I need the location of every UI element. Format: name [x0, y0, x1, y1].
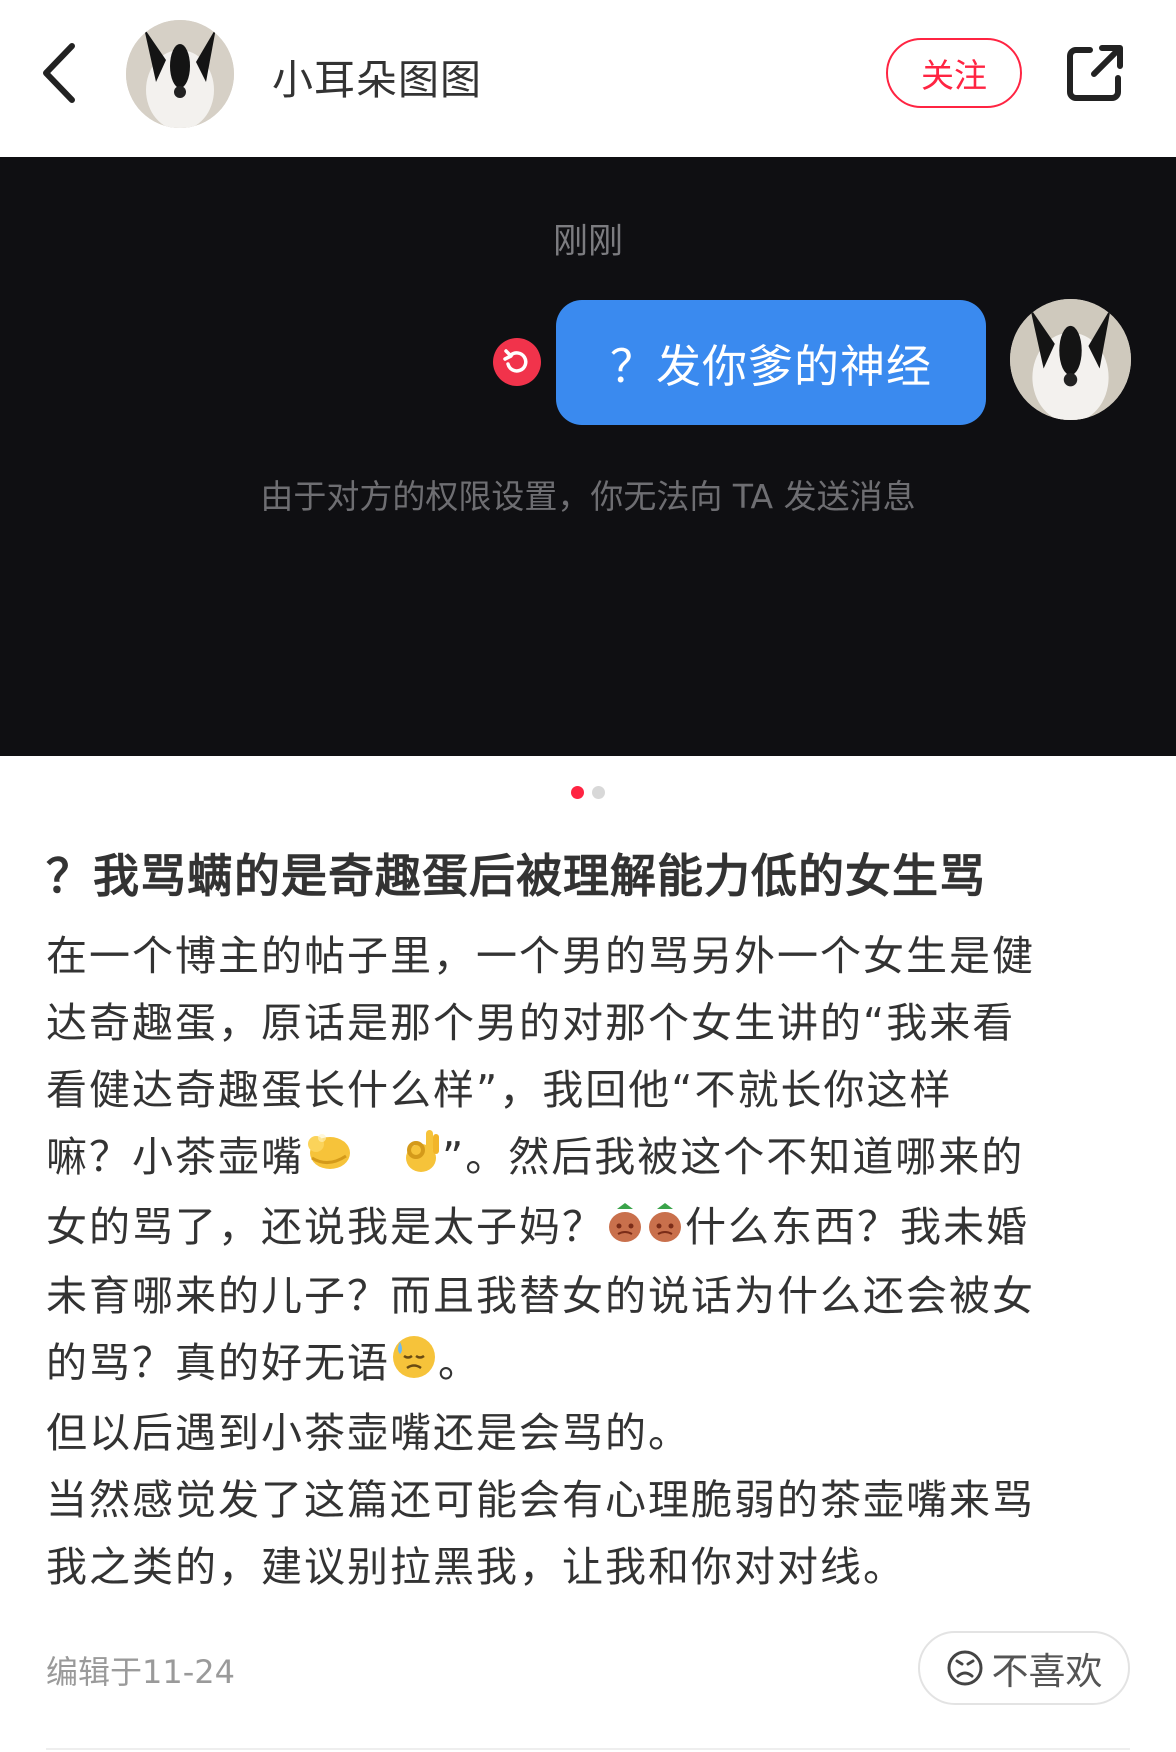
author-avatar[interactable] [126, 20, 234, 128]
chat-time-label: 刚刚 [552, 222, 623, 262]
body-line: 的骂？真的好无语。 [46, 1330, 1146, 1400]
body-text: 。 [438, 1339, 481, 1387]
note-image[interactable]: 刚刚 ？发你爹的神经 由于对方的权限设置，你无法向 TA 发送消息 [0, 157, 1176, 756]
body-line: 达奇趣蛋，原话是那个男的对那个女生讲的“我来看 [46, 999, 1016, 1047]
top-bar: 小耳朵图图 关注 [0, 0, 1176, 157]
money-bag-emoji [605, 1196, 645, 1263]
image-pager [0, 786, 1176, 799]
chat-avatar [1010, 299, 1131, 420]
pager-dot-1[interactable] [571, 786, 584, 799]
chat-message-bubble: ？发你爹的神经 [556, 300, 986, 425]
permission-notice: 由于对方的权限设置，你无法向 TA 发送消息 [260, 477, 916, 516]
dog-avatar-image [126, 20, 234, 128]
ok-hand-emoji [400, 1127, 442, 1194]
divider [46, 1748, 1130, 1750]
downcast-sweat-emoji [390, 1332, 438, 1400]
body-text: 女的骂了，还说我是太子妈？ [46, 1202, 605, 1251]
back-button[interactable] [38, 38, 88, 108]
dog-avatar-image [1010, 299, 1131, 420]
body-line: 嘛？小茶壶嘴 ”。然后我被这个不知道哪来的 [46, 1124, 1146, 1194]
body-line: 未育哪来的儿子？而且我替女的说话为什么还会被女 [46, 1272, 1035, 1320]
dislike-button[interactable]: 不喜欢 [918, 1631, 1130, 1705]
body-line: 在一个博主的帖子里，一个男的骂另外一个女生是健 [46, 932, 1035, 980]
note-body: 在一个博主的帖子里，一个男的骂另外一个女生是健 达奇趣蛋，原话是那个男的对那个女… [46, 923, 1146, 1601]
body-line: 我之类的，建议别拉黑我，让我和你对对线。 [46, 1543, 906, 1591]
money-bag-emoji [645, 1196, 685, 1263]
body-line: 但以后遇到小茶壶嘴还是会骂的。 [46, 1409, 691, 1457]
frown-icon [947, 1650, 982, 1686]
edit-date: 编辑于11-24 [46, 1653, 235, 1691]
body-text: 什么东西？我未婚 [685, 1202, 1029, 1251]
author-name[interactable]: 小耳朵图图 [272, 46, 482, 106]
pinching-hand-emoji [304, 1127, 356, 1194]
body-line: 当然感觉发了这篇还可能会有心理脆弱的茶壶嘴来骂 [46, 1476, 1035, 1524]
share-button[interactable] [1064, 42, 1126, 104]
note-title: ？我骂螨的是奇趣蛋后被理解能力低的女生骂 [46, 849, 986, 903]
body-line: 看健达奇趣蛋长什么样”，我回他“不就长你这样 [46, 1066, 953, 1114]
dislike-label: 不喜欢 [991, 1650, 1103, 1693]
body-text: 的骂？真的好无语 [46, 1339, 390, 1387]
follow-button[interactable]: 关注 [886, 38, 1022, 108]
pager-dot-2[interactable] [592, 786, 605, 799]
body-text: 嘛？小茶壶嘴 [46, 1133, 304, 1181]
body-text: ”。然后我被这个不知道哪来的 [442, 1133, 1025, 1181]
retry-icon [493, 338, 541, 386]
chevron-left-icon [43, 43, 75, 103]
body-line: 女的骂了，还说我是太子妈？ 什么东西？我未婚 [46, 1194, 1146, 1264]
share-icon [1067, 45, 1123, 101]
